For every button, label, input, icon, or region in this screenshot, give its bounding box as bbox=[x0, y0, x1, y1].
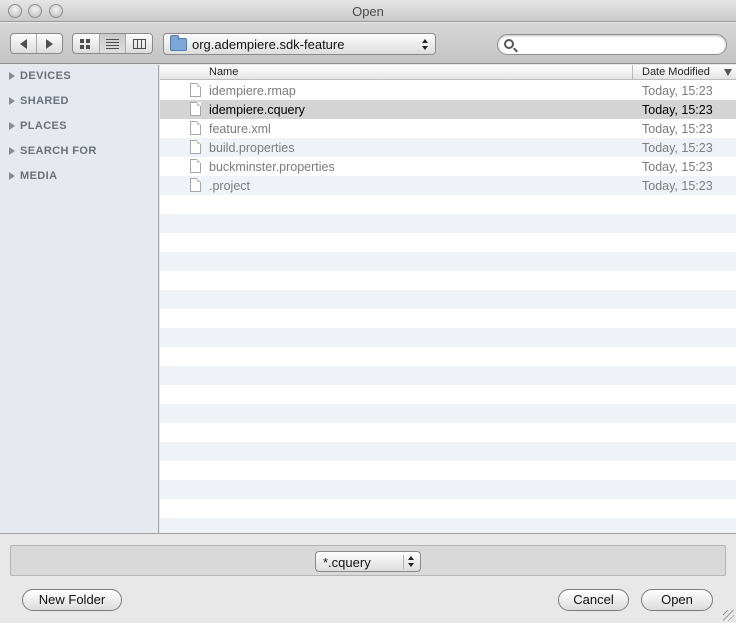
file-date: Today, 15:23 bbox=[642, 122, 713, 136]
sidebar-item-media[interactable]: MEDIA bbox=[0, 167, 159, 187]
cancel-button[interactable]: Cancel bbox=[558, 589, 629, 611]
back-arrow-icon bbox=[20, 38, 27, 49]
disclosure-triangle-icon bbox=[9, 122, 15, 130]
file-date: Today, 15:23 bbox=[642, 141, 713, 155]
file-name: idempiere.rmap bbox=[209, 84, 296, 98]
file-name: buckminster.properties bbox=[209, 160, 335, 174]
file-date: Today, 15:23 bbox=[642, 84, 713, 98]
disclosure-triangle-icon bbox=[9, 172, 15, 180]
window-title: Open bbox=[352, 4, 384, 19]
popup-separator bbox=[403, 555, 404, 569]
file-row[interactable]: feature.xml Today, 15:23 bbox=[160, 119, 736, 138]
new-folder-button[interactable]: New Folder bbox=[22, 589, 122, 611]
document-icon bbox=[190, 102, 201, 116]
column-divider[interactable] bbox=[632, 65, 633, 80]
view-mode-control bbox=[72, 33, 153, 54]
back-button[interactable] bbox=[11, 34, 37, 53]
disclosure-triangle-icon bbox=[9, 97, 15, 105]
file-type-label: *.cquery bbox=[323, 555, 371, 570]
sidebar-item-label: SHARED bbox=[20, 95, 69, 107]
sort-descending-icon bbox=[724, 69, 732, 76]
file-name: feature.xml bbox=[209, 122, 271, 136]
icon-view-button[interactable] bbox=[73, 34, 100, 53]
file-row[interactable]: .project Today, 15:23 bbox=[160, 176, 736, 195]
document-icon bbox=[190, 178, 201, 192]
bottom-bar: *.cquery New Folder Cancel Open bbox=[0, 533, 736, 623]
sidebar-item-label: DEVICES bbox=[20, 70, 72, 82]
path-popup-label: org.adempiere.sdk-feature bbox=[192, 37, 345, 52]
sidebar-item-search-for[interactable]: SEARCH FOR bbox=[0, 142, 159, 162]
column-header-date-modified[interactable]: Date Modified bbox=[642, 66, 710, 78]
sidebar-item-label: MEDIA bbox=[20, 170, 58, 182]
document-icon bbox=[190, 159, 201, 173]
file-date: Today, 15:23 bbox=[642, 103, 713, 117]
file-date: Today, 15:23 bbox=[642, 160, 713, 174]
list-view-icon bbox=[106, 38, 119, 49]
toolbar: org.adempiere.sdk-feature bbox=[0, 23, 736, 64]
file-type-area: *.cquery bbox=[10, 545, 726, 576]
file-row[interactable]: idempiere.rmap Today, 15:23 bbox=[160, 81, 736, 100]
forward-button[interactable] bbox=[37, 34, 62, 53]
sidebar-item-devices[interactable]: DEVICES bbox=[0, 67, 159, 87]
icon-view-icon bbox=[80, 38, 91, 49]
file-row-selected[interactable]: idempiere.cquery Today, 15:23 bbox=[160, 100, 736, 119]
list-header: Name Date Modified bbox=[160, 65, 736, 80]
updown-arrows-icon bbox=[422, 39, 429, 50]
disclosure-triangle-icon bbox=[9, 72, 15, 80]
file-name: build.properties bbox=[209, 141, 295, 155]
sidebar: DEVICES SHARED PLACES SEARCH FOR MEDIA bbox=[0, 65, 159, 533]
forward-arrow-icon bbox=[46, 38, 53, 49]
search-icon bbox=[504, 39, 514, 49]
sidebar-item-shared[interactable]: SHARED bbox=[0, 92, 159, 112]
search-input[interactable] bbox=[520, 37, 720, 52]
file-rows: idempiere.rmap Today, 15:23 idempiere.cq… bbox=[160, 81, 736, 533]
path-popup[interactable]: org.adempiere.sdk-feature bbox=[163, 33, 436, 55]
folder-icon bbox=[170, 35, 187, 51]
file-list: Name Date Modified idempiere.rmap Today,… bbox=[160, 65, 736, 533]
file-name: idempiere.cquery bbox=[209, 103, 305, 117]
file-row[interactable]: buckminster.properties Today, 15:23 bbox=[160, 157, 736, 176]
document-icon bbox=[190, 140, 201, 154]
disclosure-triangle-icon bbox=[9, 147, 15, 155]
document-icon bbox=[190, 83, 201, 97]
file-type-popup[interactable]: *.cquery bbox=[315, 551, 421, 572]
updown-arrows-icon bbox=[408, 556, 415, 567]
search-field[interactable] bbox=[497, 34, 727, 55]
open-button[interactable]: Open bbox=[641, 589, 713, 611]
document-icon bbox=[190, 121, 201, 135]
file-name: .project bbox=[209, 179, 250, 193]
sidebar-item-places[interactable]: PLACES bbox=[0, 117, 159, 137]
sidebar-item-label: SEARCH FOR bbox=[20, 145, 97, 157]
file-row[interactable]: build.properties Today, 15:23 bbox=[160, 138, 736, 157]
column-view-icon bbox=[132, 38, 146, 49]
column-view-button[interactable] bbox=[126, 34, 152, 53]
list-view-button[interactable] bbox=[99, 34, 127, 53]
back-forward-control bbox=[10, 33, 63, 54]
sidebar-item-label: PLACES bbox=[20, 120, 68, 132]
column-header-name[interactable]: Name bbox=[209, 66, 238, 78]
file-date: Today, 15:23 bbox=[642, 179, 713, 193]
resize-grip-icon[interactable] bbox=[723, 610, 734, 621]
title-bar: Open bbox=[0, 0, 736, 22]
